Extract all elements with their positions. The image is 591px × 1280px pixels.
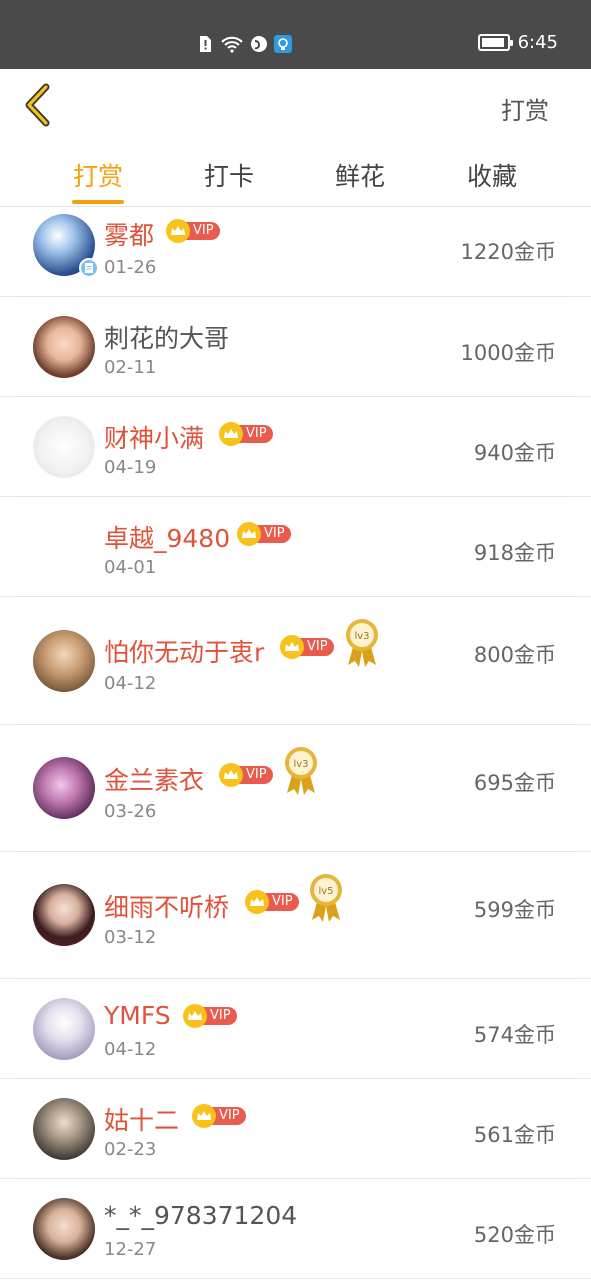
user-name[interactable]: 姑十二 (104, 1101, 179, 1137)
back-button[interactable] (20, 81, 60, 129)
avatar[interactable] (33, 884, 95, 946)
active-tab-indicator (72, 200, 124, 204)
reward-amount: 520金币 (473, 1223, 556, 1247)
reward-date: 12-27 (104, 1239, 157, 1260)
reward-action-button[interactable]: 打赏 (501, 91, 549, 126)
reward-date: 02-11 (104, 357, 157, 378)
level-label: lv3 (293, 759, 308, 770)
user-name[interactable]: 刺花的大哥 (104, 319, 229, 355)
avatar[interactable] (33, 630, 95, 692)
crown-icon (183, 1004, 207, 1028)
vip-badge: VIP (192, 1104, 246, 1128)
reward-date: 04-12 (104, 1039, 157, 1060)
tab-reward[interactable]: 打赏 (58, 157, 138, 193)
reward-amount: 918金币 (473, 541, 556, 565)
avatar[interactable] (33, 316, 95, 378)
vip-badge: VIP (219, 763, 273, 787)
list-item[interactable]: 金兰素衣 VIP lv3 03-26 695金币 (0, 725, 591, 852)
user-name[interactable]: 细雨不听桥 (104, 888, 229, 924)
app-notification-icon (251, 36, 267, 52)
battery-icon (477, 34, 513, 51)
reward-date: 02-23 (104, 1139, 157, 1160)
user-name[interactable]: YMFS (104, 1001, 171, 1030)
level-medal-icon: lv3 (346, 619, 378, 667)
reward-date: 04-01 (104, 557, 157, 578)
vip-badge: VIP (166, 219, 220, 243)
reward-amount: 599金币 (473, 898, 556, 922)
list-item[interactable]: *_*_978371204 12-27 520金币 (0, 1179, 591, 1279)
level-label: lv5 (318, 886, 333, 897)
reward-amount: 695金币 (473, 771, 556, 795)
vip-badge: VIP (280, 635, 334, 659)
chevron-left-icon (25, 83, 50, 127)
status-icons (196, 33, 292, 55)
reward-amount: 561金币 (473, 1123, 556, 1147)
bulb-notification-icon (274, 35, 292, 53)
vip-badge: VIP (245, 890, 299, 914)
reward-amount: 1000金币 (460, 341, 556, 365)
avatar[interactable] (33, 998, 95, 1060)
list-item[interactable]: 怕你无动于衷r VIP lv3 04-12 800金币 (0, 597, 591, 725)
tab-bar: 打赏 打卡 鲜花 收藏 (0, 141, 591, 207)
reward-date: 03-12 (104, 927, 157, 948)
level-medal-icon: lv5 (310, 874, 342, 922)
user-name[interactable]: 金兰素衣 (104, 761, 204, 797)
tab-favorites[interactable]: 收藏 (452, 157, 532, 193)
crown-icon (192, 1104, 216, 1128)
header: 打赏 (0, 69, 591, 141)
reward-date: 04-19 (104, 457, 157, 478)
user-name[interactable]: 怕你无动于衷r (104, 633, 264, 669)
sim-alert-icon (200, 36, 211, 52)
user-name[interactable]: 财神小满 (104, 419, 204, 455)
vip-badge: VIP (237, 522, 291, 546)
crown-icon (237, 522, 261, 546)
status-time: 6:45 (517, 32, 558, 53)
reward-amount: 940金币 (473, 441, 556, 465)
tab-checkin[interactable]: 打卡 (189, 157, 269, 193)
list-item[interactable]: 卓越_9480 VIP 04-01 918金币 (0, 497, 591, 597)
list-item[interactable]: 细雨不听桥 VIP lv5 03-12 599金币 (0, 852, 591, 979)
avatar[interactable] (33, 1198, 95, 1260)
reward-amount: 574金币 (473, 1023, 556, 1047)
reward-date: 03-26 (104, 801, 157, 822)
list-item[interactable]: 刺花的大哥 02-11 1000金币 (0, 297, 591, 397)
reward-date: 04-12 (104, 673, 157, 694)
level-medal-icon: lv3 (285, 747, 317, 795)
avatar[interactable] (33, 1098, 95, 1160)
reward-list: 雾都 VIP 01-26 1220金币 刺花的大哥 02-11 1000金币 财… (0, 208, 591, 1279)
avatar[interactable] (33, 416, 95, 478)
user-name[interactable]: 卓越_9480 (104, 519, 230, 555)
reward-amount: 1220金币 (460, 240, 556, 264)
crown-icon (166, 219, 190, 243)
status-bar: 6:45 (0, 0, 591, 69)
user-name[interactable]: *_*_978371204 (104, 1201, 297, 1230)
list-item[interactable]: YMFS VIP 04-12 574金币 (0, 979, 591, 1079)
avatar[interactable] (33, 757, 95, 819)
reward-date: 01-26 (104, 257, 157, 278)
reward-amount: 800金币 (473, 643, 556, 667)
vip-badge: VIP (219, 422, 273, 446)
wifi-icon (221, 36, 243, 53)
level-label: lv3 (354, 631, 369, 642)
crown-icon (245, 890, 269, 914)
crown-icon (219, 763, 243, 787)
list-item[interactable]: 姑十二 VIP 02-23 561金币 (0, 1079, 591, 1179)
crown-icon (280, 635, 304, 659)
user-name[interactable]: 雾都 (104, 216, 154, 252)
list-item[interactable]: 财神小满 VIP 04-19 940金币 (0, 397, 591, 497)
vip-badge: VIP (183, 1004, 237, 1028)
doc-badge-icon (79, 258, 99, 278)
tab-flowers[interactable]: 鲜花 (320, 157, 400, 193)
crown-icon (219, 422, 243, 446)
status-right: 6:45 (477, 32, 558, 53)
list-item[interactable]: 雾都 VIP 01-26 1220金币 (0, 208, 591, 297)
